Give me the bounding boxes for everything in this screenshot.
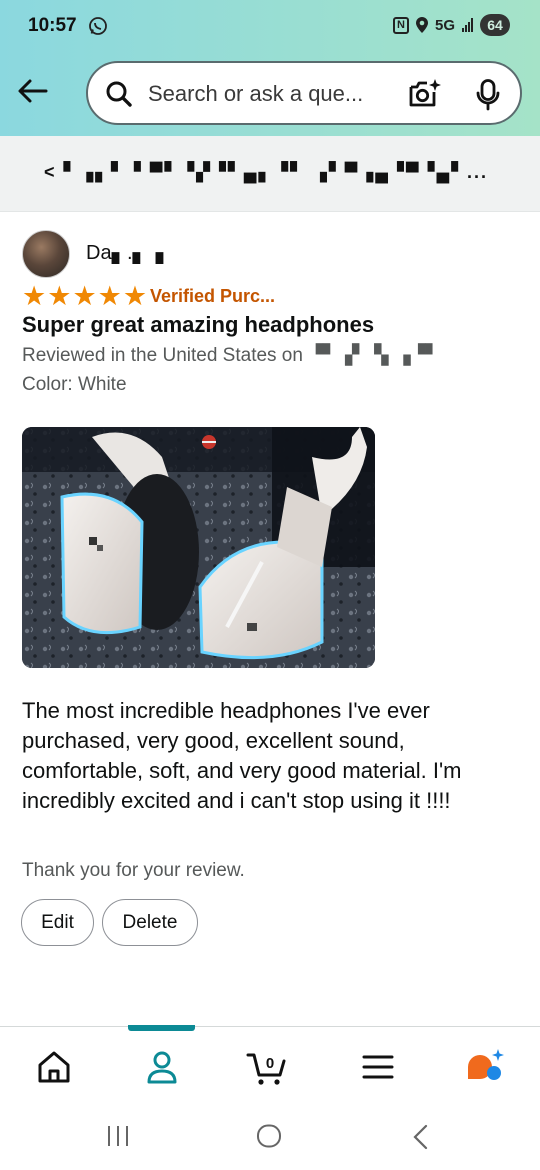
review-title: Super great amazing headphones: [22, 312, 375, 337]
star-icon: ★: [97, 281, 122, 311]
review-photo[interactable]: [22, 427, 375, 668]
camera-search-icon[interactable]: [408, 78, 442, 110]
delete-review-button[interactable]: Delete: [102, 899, 198, 946]
microphone-icon[interactable]: [476, 79, 500, 111]
active-tab-indicator: [128, 1025, 195, 1031]
status-time: 10:57: [28, 15, 77, 36]
star-icon: ★: [122, 281, 148, 311]
back-arrow-icon[interactable]: [16, 76, 50, 106]
system-back-icon[interactable]: [410, 1124, 430, 1150]
edit-review-button[interactable]: Edit: [21, 899, 94, 946]
star-rating: ★ ★ ★ ★ ★: [22, 283, 147, 310]
bottom-nav: 0: [0, 1025, 540, 1104]
location-icon: [415, 17, 428, 33]
nfc-icon: N: [392, 16, 409, 34]
reviewer-name: Da▖.▖▗: [86, 242, 164, 264]
rufus-assistant-icon[interactable]: [464, 1047, 508, 1087]
account-icon[interactable]: [140, 1047, 184, 1087]
menu-icon[interactable]: [356, 1047, 400, 1087]
headphones-photo-illustration: [22, 427, 375, 668]
star-icon: ★: [72, 281, 97, 311]
signal-icon: [462, 18, 473, 32]
review-color-variant: Color: White: [22, 374, 127, 395]
search-icon: [106, 81, 132, 107]
app-header: 10:57 N 5G 64: [0, 0, 540, 136]
cart-icon[interactable]: 0: [246, 1047, 290, 1087]
recent-apps-icon[interactable]: [106, 1124, 130, 1148]
battery-badge: 64: [480, 14, 510, 36]
status-bar: 10:57 N 5G 64: [0, 0, 540, 52]
review-body: The most incredible headphones I've ever…: [22, 698, 462, 813]
review-thanks-note: Thank you for your review.: [22, 860, 245, 881]
avatar: [22, 230, 70, 278]
search-box[interactable]: [86, 61, 522, 125]
whatsapp-icon: [89, 17, 107, 35]
network-type: 5G: [434, 16, 455, 34]
star-icon: ★: [47, 281, 72, 311]
system-navigation-bar: [0, 1104, 540, 1170]
home-icon[interactable]: [32, 1047, 76, 1087]
star-icon: ★: [22, 281, 47, 311]
cart-count: 0: [266, 1055, 274, 1072]
search-input[interactable]: [148, 77, 384, 111]
home-circle-icon[interactable]: [256, 1124, 282, 1148]
breadcrumb-product-title: < ▘▗▖▘▝ ▀▘▝▞▝▘▄▖▝▘ ▗▘▀▗▄▝▀▝▄▘...: [44, 162, 489, 182]
product-breadcrumb[interactable]: < ▘▗▖▘▝ ▀▘▝▞▝▘▄▖▝▘ ▗▘▀▗▄▝▀▝▄▘...: [0, 136, 540, 212]
review-location-date: Reviewed in the United States on ▝▘▗▘▝▖▗…: [22, 345, 440, 366]
verified-purchase-badge: Verified Purc...: [150, 286, 276, 306]
